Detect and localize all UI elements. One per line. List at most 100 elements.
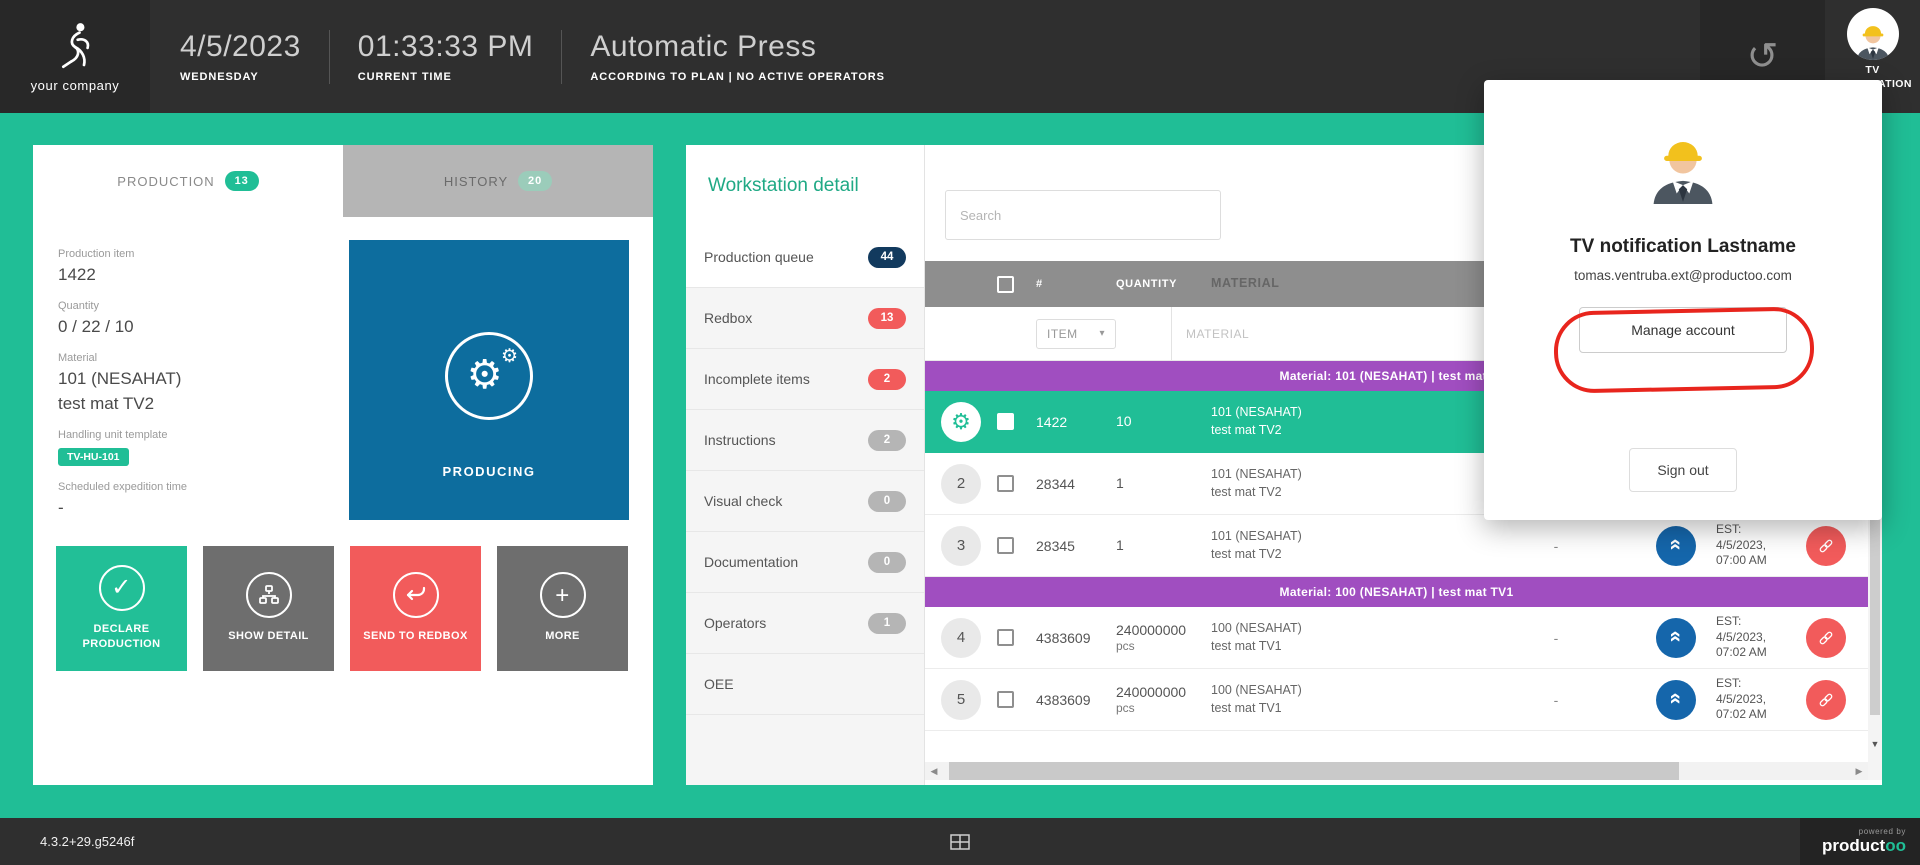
grid-view-button[interactable] [944, 833, 976, 851]
bottom-bar: 4.3.2+29.g5246f powered by productoo [0, 818, 1920, 865]
tab-history[interactable]: HISTORY 20 [343, 145, 653, 217]
material-filter-input[interactable] [1184, 326, 1404, 342]
link-icon [1815, 535, 1837, 557]
horizontal-scroll-thumb[interactable] [949, 762, 1679, 780]
grid-icon [950, 834, 970, 850]
user-avatar [1847, 8, 1899, 60]
field-label: Production item [58, 248, 328, 260]
date-block: 4/5/2023 WEDNESDAY [180, 30, 301, 83]
plus-icon: + [540, 572, 586, 618]
producing-icon-circle: ⚙ ⚙ [445, 332, 533, 420]
menu-visual-check[interactable]: Visual check 0 [686, 471, 924, 532]
tab-history-label: HISTORY [444, 174, 508, 189]
queue-row-3[interactable]: 3 28345 1 101 (NESAHAT)test mat TV2 - « … [925, 515, 1868, 577]
menu-instructions[interactable]: Instructions 2 [686, 410, 924, 471]
current-date: 4/5/2023 [180, 30, 301, 64]
instructions-count-badge: 2 [868, 430, 906, 451]
tab-production-label: PRODUCTION [117, 174, 214, 189]
current-day: WEDNESDAY [180, 71, 301, 83]
popup-user-name: TV notification Lastname [1484, 236, 1882, 258]
app-screen: your company 4/5/2023 WEDNESDAY 01:33:33… [0, 0, 1920, 865]
field-label: Material [58, 352, 328, 364]
row-number: 4 [941, 618, 981, 658]
current-time-label: CURRENT TIME [358, 71, 534, 83]
current-time: 01:33:33 PM [358, 30, 534, 64]
sign-out-button[interactable]: Sign out [1629, 448, 1737, 492]
queue-row-5[interactable]: 5 4383609 240000000pcs 100 (NESAHAT)test… [925, 669, 1868, 731]
row-checkbox[interactable] [997, 475, 1014, 492]
redbox-count-badge: 13 [868, 308, 906, 329]
app-version: 4.3.2+29.g5246f [40, 834, 134, 849]
show-detail-button[interactable]: SHOW DETAIL [203, 546, 334, 671]
gear-icon: ⚙ [501, 347, 518, 366]
link-button[interactable] [1806, 680, 1846, 720]
scroll-right-arrow-icon[interactable]: ▶ [1850, 762, 1868, 780]
workstation-detail-title: Workstation detail [686, 145, 924, 227]
move-to-top-button[interactable]: « [1656, 618, 1696, 658]
item-filter-dropdown[interactable]: ITEM ▾ [1036, 319, 1116, 349]
menu-documentation[interactable]: Documentation 0 [686, 532, 924, 593]
check-icon: ✓ [99, 565, 145, 611]
row-number: 3 [941, 526, 981, 566]
tab-production[interactable]: PRODUCTION 13 [33, 145, 343, 217]
powered-by-label: powered by [1859, 827, 1906, 836]
menu-production-queue[interactable]: Production queue 44 [686, 227, 924, 288]
documentation-count-badge: 0 [868, 552, 906, 573]
history-count-badge: 20 [518, 171, 552, 191]
link-button[interactable] [1806, 526, 1846, 566]
operators-count-badge: 1 [868, 613, 906, 634]
menu-incomplete-items[interactable]: Incomplete items 2 [686, 349, 924, 410]
search-input[interactable] [945, 190, 1221, 240]
menu-operators[interactable]: Operators 1 [686, 593, 924, 654]
double-chevron-up-icon: « [1666, 631, 1687, 643]
manage-account-button[interactable]: Manage account [1579, 307, 1787, 353]
workstation-status: ACCORDING TO PLAN | NO ACTIVE OPERATORS [590, 71, 884, 83]
link-button[interactable] [1806, 618, 1846, 658]
sitemap-icon [246, 572, 292, 618]
visual-check-count-badge: 0 [868, 491, 906, 512]
menu-oee[interactable]: OEE [686, 654, 924, 715]
producing-status-box: ⚙ ⚙ PRODUCING [349, 240, 629, 520]
workstation-block: Automatic Press ACCORDING TO PLAN | NO A… [590, 30, 884, 83]
production-card: PRODUCTION 13 HISTORY 20 Production item… [33, 145, 653, 785]
field-label: Handling unit template [58, 429, 328, 441]
move-to-top-button[interactable]: « [1656, 680, 1696, 720]
row-checkbox[interactable] [997, 691, 1014, 708]
double-chevron-up-icon: « [1666, 693, 1687, 705]
company-logo-icon [48, 20, 102, 74]
production-count-badge: 13 [225, 171, 259, 191]
handling-unit-badge: TV-HU-101 [58, 448, 129, 466]
row-number: 5 [941, 680, 981, 720]
more-button[interactable]: + MORE [497, 546, 628, 671]
workstation-menu: Workstation detail Production queue 44 R… [686, 145, 925, 785]
menu-redbox[interactable]: Redbox 13 [686, 288, 924, 349]
row-checkbox[interactable] [997, 537, 1014, 554]
producing-row-gear-icon: ⚙ [941, 402, 981, 442]
scroll-down-arrow-icon[interactable]: ▼ [1868, 734, 1882, 754]
incomplete-count-badge: 2 [868, 369, 906, 390]
workstation-name: Automatic Press [590, 30, 884, 64]
time-block: 01:33:33 PM CURRENT TIME [358, 30, 534, 83]
row-number: 2 [941, 464, 981, 504]
send-to-redbox-button[interactable]: SEND TO REDBOX [350, 546, 481, 671]
production-fields: Production item 1422 Quantity 0 / 22 / 1… [58, 233, 328, 518]
row-checkbox[interactable] [997, 629, 1014, 646]
row-checkbox[interactable] [997, 413, 1014, 430]
company-logo[interactable]: your company [0, 0, 150, 113]
declare-production-button[interactable]: ✓ DECLARE PRODUCTION [56, 546, 187, 671]
select-all-checkbox[interactable] [997, 276, 1014, 293]
production-tabs: PRODUCTION 13 HISTORY 20 [33, 145, 653, 217]
link-icon [1815, 627, 1837, 649]
material-name-value: test mat TV2 [58, 394, 328, 414]
move-to-top-button[interactable]: « [1656, 526, 1696, 566]
production-actions: ✓ DECLARE PRODUCTION SHOW DETAIL SEND TO… [56, 546, 628, 671]
link-icon [1815, 689, 1837, 711]
horizontal-scrollbar[interactable]: ◀ ▶ [925, 762, 1868, 780]
quantity-value: 0 / 22 / 10 [58, 317, 328, 337]
worker-avatar-icon [1850, 14, 1896, 60]
material-value: 101 (NESAHAT) [58, 369, 328, 389]
queue-row-4[interactable]: 4 4383609 240000000pcs 100 (NESAHAT)test… [925, 607, 1868, 669]
company-logo-text: your company [31, 78, 120, 93]
material-group-banner: Material: 100 (NESAHAT) | test mat TV1 [925, 577, 1868, 607]
scroll-left-arrow-icon[interactable]: ◀ [925, 762, 943, 780]
